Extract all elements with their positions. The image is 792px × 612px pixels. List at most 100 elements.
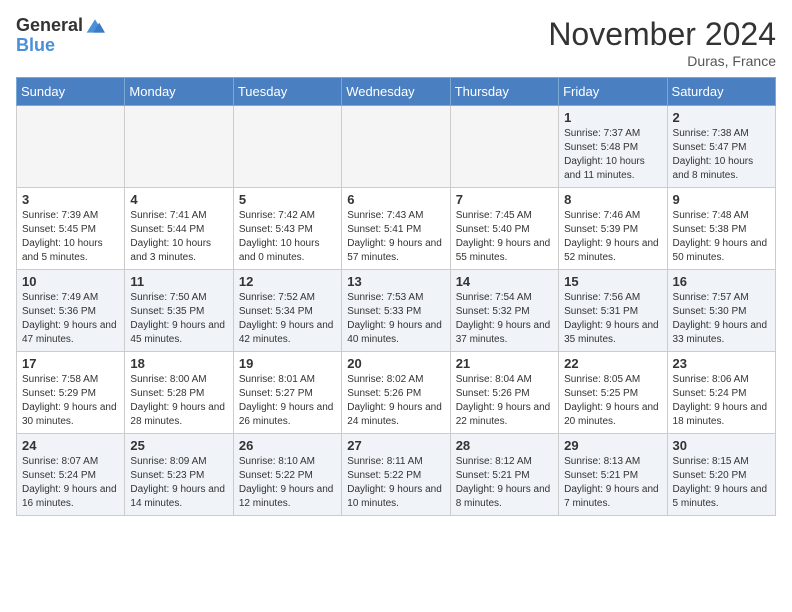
calendar-cell: 12Sunrise: 7:52 AM Sunset: 5:34 PM Dayli… (233, 270, 341, 352)
calendar-cell: 30 Sunrise: 8:15 AM Sunset: 5:20 PM Dayli… (667, 434, 775, 516)
calendar-cell: 2 Sunrise: 7:38 AM Sunset: 5:47 PM Daylig… (667, 106, 775, 188)
logo-blue: Blue (16, 36, 105, 56)
day-number: 12 (239, 274, 336, 289)
day-number: 14 (456, 274, 553, 289)
day-number: 16 (673, 274, 770, 289)
day-number: 10 (22, 274, 119, 289)
calendar-week: 24Sunrise: 8:07 AM Sunset: 5:24 PM Dayli… (17, 434, 776, 516)
calendar-week: 1Sunrise: 7:37 AM Sunset: 5:48 PM Daylig… (17, 106, 776, 188)
calendar-cell: 20Sunrise: 8:02 AM Sunset: 5:26 PM Dayli… (342, 352, 450, 434)
day-header: Thursday (450, 78, 558, 106)
calendar-cell: 26Sunrise: 8:10 AM Sunset: 5:22 PM Dayli… (233, 434, 341, 516)
day-number: 25 (130, 438, 227, 453)
logo-general: General (16, 16, 83, 36)
day-info: Sunrise: 7:45 AM Sunset: 5:40 PM Dayligh… (456, 209, 553, 265)
logo: General Blue (16, 16, 105, 56)
calendar-cell: 11 Sunrise: 7:50 AM Sunset: 5:35 PM Dayli… (125, 270, 233, 352)
day-header: Tuesday (233, 78, 341, 106)
day-header: Friday (559, 78, 667, 106)
month-title: November 2024 (548, 16, 776, 53)
calendar-table: SundayMondayTuesdayWednesdayThursdayFrid… (16, 77, 776, 516)
calendar-week: 10 Sunrise: 7:49 AM Sunset: 5:36 PM Dayli… (17, 270, 776, 352)
day-header: Saturday (667, 78, 775, 106)
calendar-cell: 3 Sunrise: 7:39 AM Sunset: 5:45 PM Daylig… (17, 188, 125, 270)
calendar-cell: 24Sunrise: 8:07 AM Sunset: 5:24 PM Dayli… (17, 434, 125, 516)
day-info: Sunrise: 7:39 AM Sunset: 5:45 PM Dayligh… (22, 209, 119, 265)
calendar-header: SundayMondayTuesdayWednesdayThursdayFrid… (17, 78, 776, 106)
day-number: 22 (564, 356, 661, 371)
page-header: General Blue November 2024 Duras, France (16, 16, 776, 69)
day-info: Sunrise: 7:50 AM Sunset: 5:35 PM Dayligh… (130, 291, 227, 347)
calendar-cell: 14 Sunrise: 7:54 AM Sunset: 5:32 PM Dayli… (450, 270, 558, 352)
day-number: 19 (239, 356, 336, 371)
day-info: Sunrise: 7:42 AM Sunset: 5:43 PM Dayligh… (239, 209, 336, 265)
day-header: Wednesday (342, 78, 450, 106)
calendar-cell: 19 Sunrise: 8:01 AM Sunset: 5:27 PM Dayli… (233, 352, 341, 434)
logo-icon (85, 16, 105, 36)
day-info: Sunrise: 8:15 AM Sunset: 5:20 PM Dayligh… (673, 455, 770, 511)
day-number: 30 (673, 438, 770, 453)
day-info: Sunrise: 8:10 AM Sunset: 5:22 PM Dayligh… (239, 455, 336, 511)
calendar-cell: 4 Sunrise: 7:41 AM Sunset: 5:44 PM Daylig… (125, 188, 233, 270)
day-info: Sunrise: 8:04 AM Sunset: 5:26 PM Dayligh… (456, 373, 553, 429)
day-number: 27 (347, 438, 444, 453)
day-number: 8 (564, 192, 661, 207)
calendar-cell (342, 106, 450, 188)
day-number: 28 (456, 438, 553, 453)
calendar-cell: 17 Sunrise: 7:58 AM Sunset: 5:29 PM Dayli… (17, 352, 125, 434)
day-info: Sunrise: 7:57 AM Sunset: 5:30 PM Dayligh… (673, 291, 770, 347)
calendar-cell: 6Sunrise: 7:43 AM Sunset: 5:41 PM Daylig… (342, 188, 450, 270)
title-section: November 2024 Duras, France (548, 16, 776, 69)
calendar-week: 3 Sunrise: 7:39 AM Sunset: 5:45 PM Daylig… (17, 188, 776, 270)
day-info: Sunrise: 8:07 AM Sunset: 5:24 PM Dayligh… (22, 455, 119, 511)
day-info: Sunrise: 7:38 AM Sunset: 5:47 PM Dayligh… (673, 127, 770, 183)
day-info: Sunrise: 8:11 AM Sunset: 5:22 PM Dayligh… (347, 455, 444, 511)
calendar-cell: 1Sunrise: 7:37 AM Sunset: 5:48 PM Daylig… (559, 106, 667, 188)
day-info: Sunrise: 8:06 AM Sunset: 5:24 PM Dayligh… (673, 373, 770, 429)
calendar-cell: 23Sunrise: 8:06 AM Sunset: 5:24 PM Dayli… (667, 352, 775, 434)
day-number: 11 (130, 274, 227, 289)
calendar-week: 17 Sunrise: 7:58 AM Sunset: 5:29 PM Dayli… (17, 352, 776, 434)
day-info: Sunrise: 7:54 AM Sunset: 5:32 PM Dayligh… (456, 291, 553, 347)
day-info: Sunrise: 7:56 AM Sunset: 5:31 PM Dayligh… (564, 291, 661, 347)
day-info: Sunrise: 8:12 AM Sunset: 5:21 PM Dayligh… (456, 455, 553, 511)
day-info: Sunrise: 7:58 AM Sunset: 5:29 PM Dayligh… (22, 373, 119, 429)
calendar-cell (450, 106, 558, 188)
day-number: 17 (22, 356, 119, 371)
day-info: Sunrise: 7:53 AM Sunset: 5:33 PM Dayligh… (347, 291, 444, 347)
calendar-cell: 5 Sunrise: 7:42 AM Sunset: 5:43 PM Daylig… (233, 188, 341, 270)
day-info: Sunrise: 8:02 AM Sunset: 5:26 PM Dayligh… (347, 373, 444, 429)
day-number: 15 (564, 274, 661, 289)
calendar-cell (17, 106, 125, 188)
calendar-cell: 8 Sunrise: 7:46 AM Sunset: 5:39 PM Daylig… (559, 188, 667, 270)
calendar-cell: 25Sunrise: 8:09 AM Sunset: 5:23 PM Dayli… (125, 434, 233, 516)
day-number: 9 (673, 192, 770, 207)
day-number: 7 (456, 192, 553, 207)
calendar-cell: 10 Sunrise: 7:49 AM Sunset: 5:36 PM Dayli… (17, 270, 125, 352)
calendar-cell: 16 Sunrise: 7:57 AM Sunset: 5:30 PM Dayli… (667, 270, 775, 352)
day-number: 29 (564, 438, 661, 453)
day-header: Monday (125, 78, 233, 106)
day-info: Sunrise: 7:48 AM Sunset: 5:38 PM Dayligh… (673, 209, 770, 265)
calendar-cell: 28 Sunrise: 8:12 AM Sunset: 5:21 PM Dayli… (450, 434, 558, 516)
day-number: 4 (130, 192, 227, 207)
calendar-cell (233, 106, 341, 188)
day-number: 21 (456, 356, 553, 371)
calendar-body: 1Sunrise: 7:37 AM Sunset: 5:48 PM Daylig… (17, 106, 776, 516)
day-info: Sunrise: 8:13 AM Sunset: 5:21 PM Dayligh… (564, 455, 661, 511)
day-info: Sunrise: 8:05 AM Sunset: 5:25 PM Dayligh… (564, 373, 661, 429)
day-info: Sunrise: 7:46 AM Sunset: 5:39 PM Dayligh… (564, 209, 661, 265)
day-info: Sunrise: 7:41 AM Sunset: 5:44 PM Dayligh… (130, 209, 227, 265)
calendar-cell: 9 Sunrise: 7:48 AM Sunset: 5:38 PM Daylig… (667, 188, 775, 270)
calendar-cell: 13Sunrise: 7:53 AM Sunset: 5:33 PM Dayli… (342, 270, 450, 352)
day-info: Sunrise: 8:01 AM Sunset: 5:27 PM Dayligh… (239, 373, 336, 429)
day-number: 2 (673, 110, 770, 125)
day-number: 1 (564, 110, 661, 125)
day-info: Sunrise: 7:49 AM Sunset: 5:36 PM Dayligh… (22, 291, 119, 347)
day-number: 6 (347, 192, 444, 207)
day-header: Sunday (17, 78, 125, 106)
day-number: 3 (22, 192, 119, 207)
calendar-cell: 18Sunrise: 8:00 AM Sunset: 5:28 PM Dayli… (125, 352, 233, 434)
day-number: 5 (239, 192, 336, 207)
day-info: Sunrise: 8:00 AM Sunset: 5:28 PM Dayligh… (130, 373, 227, 429)
